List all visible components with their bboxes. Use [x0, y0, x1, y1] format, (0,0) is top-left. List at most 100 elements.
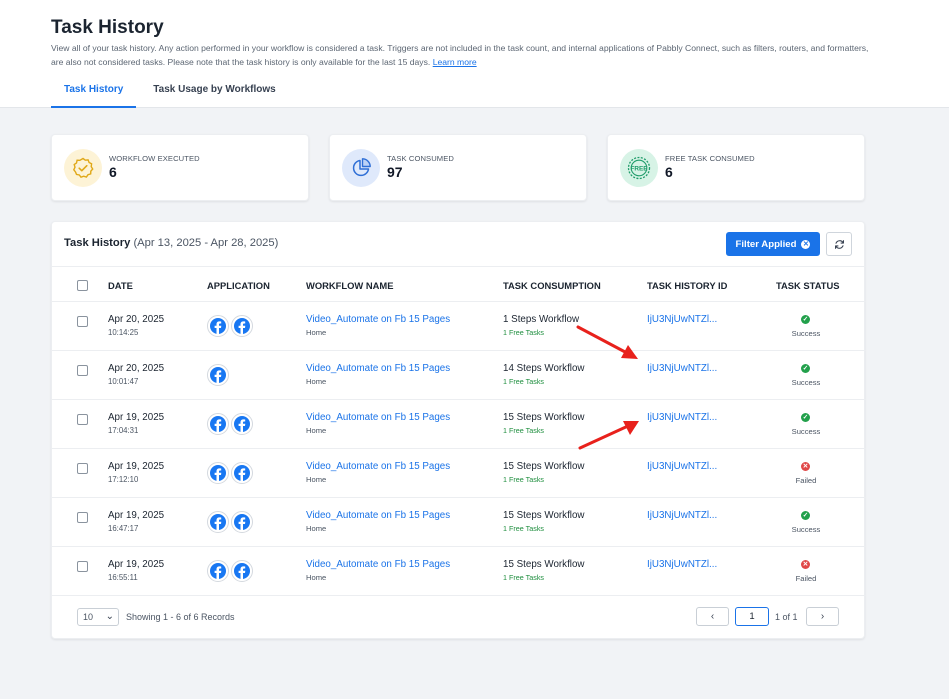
- current-page-input[interactable]: 1: [735, 607, 769, 626]
- check-circle-icon: ✓: [801, 315, 810, 324]
- refresh-button[interactable]: [826, 232, 852, 256]
- workflow-folder: Home: [306, 377, 327, 386]
- table-row: Apr 19, 2025 17:04:31 Video_Automate on Fb…: [52, 400, 866, 449]
- x-circle-icon: ✕: [801, 560, 810, 569]
- facebook-icon: [231, 315, 253, 337]
- table-row: Apr 20, 2025 10:01:47 Video_Automate on Fb…: [52, 351, 866, 400]
- task-consumption: 1 Steps Workflow: [503, 314, 580, 325]
- table-header: DATE APPLICATION WORKFLOW NAME TASK CONS…: [52, 266, 866, 302]
- application-icons: [207, 560, 253, 582]
- chevron-down-icon: ⌄: [105, 611, 114, 622]
- next-page-button[interactable]: ›: [806, 607, 839, 626]
- task-history-card: Task History (Apr 13, 2025 - Apr 28, 202…: [51, 221, 866, 639]
- row-checkbox[interactable]: [77, 512, 88, 523]
- workflow-name-link[interactable]: Video_Automate on Fb 15 Pages: [306, 559, 450, 570]
- facebook-icon: [231, 560, 253, 582]
- chevron-right-icon: ›: [820, 611, 825, 622]
- facebook-icon: [231, 511, 253, 533]
- table-row: Apr 19, 2025 16:47:17 Video_Automate on Fb…: [52, 498, 866, 547]
- facebook-icon: [231, 462, 253, 484]
- task-history-id-link[interactable]: IjU3NjUwNTZl...: [647, 461, 717, 472]
- rows-per-page-select[interactable]: 10 ⌄: [77, 608, 119, 626]
- filter-applied-button[interactable]: Filter Applied ✕: [726, 232, 820, 256]
- task-status: Success: [791, 525, 821, 534]
- task-consumption: 15 Steps Workflow: [503, 510, 585, 521]
- facebook-icon: [207, 511, 229, 533]
- workflow-name-link[interactable]: Video_Automate on Fb 15 Pages: [306, 363, 450, 374]
- column-header-task-consumption: TASK CONSUMPTION: [503, 280, 601, 291]
- page-count: 1 of 1: [775, 612, 798, 622]
- workflow-name-link[interactable]: Video_Automate on Fb 15 Pages: [306, 314, 450, 325]
- row-checkbox[interactable]: [77, 463, 88, 474]
- page-description: View all of your task history. Any actio…: [51, 42, 881, 69]
- tab-task-usage-by-workflows[interactable]: Task Usage by Workflows: [140, 76, 288, 108]
- workflow-folder: Home: [306, 328, 327, 337]
- row-date: Apr 19, 2025: [108, 412, 165, 423]
- column-header-date: DATE: [108, 280, 133, 291]
- row-checkbox[interactable]: [77, 414, 88, 425]
- task-consumption: 14 Steps Workflow: [503, 363, 585, 374]
- task-history-id-link[interactable]: IjU3NjUwNTZl...: [647, 559, 717, 570]
- filter-applied-label: Filter Applied: [735, 238, 797, 250]
- workflow-name-link[interactable]: Video_Automate on Fb 15 Pages: [306, 412, 450, 423]
- free-tasks: 1 Free Tasks: [503, 377, 545, 386]
- application-icons: [207, 413, 253, 435]
- stat-label: WORKFLOW EXECUTED: [109, 154, 200, 163]
- workflow-name-link[interactable]: Video_Automate on Fb 15 Pages: [306, 461, 450, 472]
- card-title: Task History (Apr 13, 2025 - Apr 28, 202…: [64, 237, 278, 249]
- learn-more-link[interactable]: Learn more: [433, 57, 477, 67]
- row-checkbox[interactable]: [77, 365, 88, 376]
- stat-value: 97: [387, 164, 403, 180]
- row-checkbox[interactable]: [77, 561, 88, 572]
- workflow-folder: Home: [306, 426, 327, 435]
- task-status: Success: [791, 378, 821, 387]
- check-circle-icon: ✓: [801, 413, 810, 422]
- task-history-id-link[interactable]: IjU3NjUwNTZl...: [647, 510, 717, 521]
- column-header-application: APPLICATION: [207, 280, 270, 291]
- task-status: Success: [791, 329, 821, 338]
- facebook-icon: [207, 462, 229, 484]
- facebook-icon: [207, 560, 229, 582]
- row-date: Apr 19, 2025: [108, 461, 165, 472]
- application-icons: [207, 315, 253, 337]
- stat-value: 6: [665, 164, 673, 180]
- facebook-icon: [207, 364, 229, 386]
- row-date: Apr 19, 2025: [108, 559, 165, 570]
- row-time: 17:04:31: [108, 426, 139, 435]
- table-row: Apr 19, 2025 16:55:11 Video_Automate on Fb…: [52, 547, 866, 596]
- task-history-id-link[interactable]: IjU3NjUwNTZl...: [647, 412, 717, 423]
- table-row: Apr 20, 2025 10:14:25 Video_Automate on Fb…: [52, 302, 866, 351]
- page-title: Task History: [51, 17, 164, 38]
- records-info: Showing 1 - 6 of 6 Records: [126, 612, 235, 622]
- row-date: Apr 20, 2025: [108, 314, 165, 325]
- select-all-checkbox[interactable]: [77, 280, 88, 291]
- free-tasks: 1 Free Tasks: [503, 328, 545, 337]
- task-history-id-link[interactable]: IjU3NjUwNTZl...: [647, 314, 717, 325]
- clear-filter-icon[interactable]: ✕: [801, 239, 811, 249]
- task-status: Success: [791, 427, 821, 436]
- column-header-task-status: TASK STATUS: [776, 280, 840, 291]
- check-circle-icon: ✓: [801, 364, 810, 373]
- row-checkbox[interactable]: [77, 316, 88, 327]
- free-tasks: 1 Free Tasks: [503, 524, 545, 533]
- application-icons: [207, 511, 253, 533]
- task-history-id-link[interactable]: IjU3NjUwNTZl...: [647, 363, 717, 374]
- row-time: 16:47:17: [108, 524, 139, 533]
- stat-card-workflow-executed: WORKFLOW EXECUTED 6: [51, 134, 309, 201]
- row-time: 10:01:47: [108, 377, 139, 386]
- check-circle-icon: ✓: [801, 511, 810, 520]
- workflow-name-link[interactable]: Video_Automate on Fb 15 Pages: [306, 510, 450, 521]
- column-header-task-history-id: TASK HISTORY ID: [647, 280, 728, 291]
- stat-label: TASK CONSUMED: [387, 154, 454, 163]
- facebook-icon: [207, 315, 229, 337]
- previous-page-button[interactable]: ‹: [696, 607, 729, 626]
- task-status: Failed: [795, 574, 817, 583]
- row-time: 10:14:25: [108, 328, 139, 337]
- refresh-icon: [834, 239, 844, 249]
- free-tasks: 1 Free Tasks: [503, 426, 545, 435]
- badge-check-icon: [64, 149, 102, 187]
- x-circle-icon: ✕: [801, 462, 810, 471]
- tab-task-history[interactable]: Task History: [51, 76, 137, 108]
- column-header-workflow-name: WORKFLOW NAME: [306, 280, 394, 291]
- task-consumption: 15 Steps Workflow: [503, 559, 585, 570]
